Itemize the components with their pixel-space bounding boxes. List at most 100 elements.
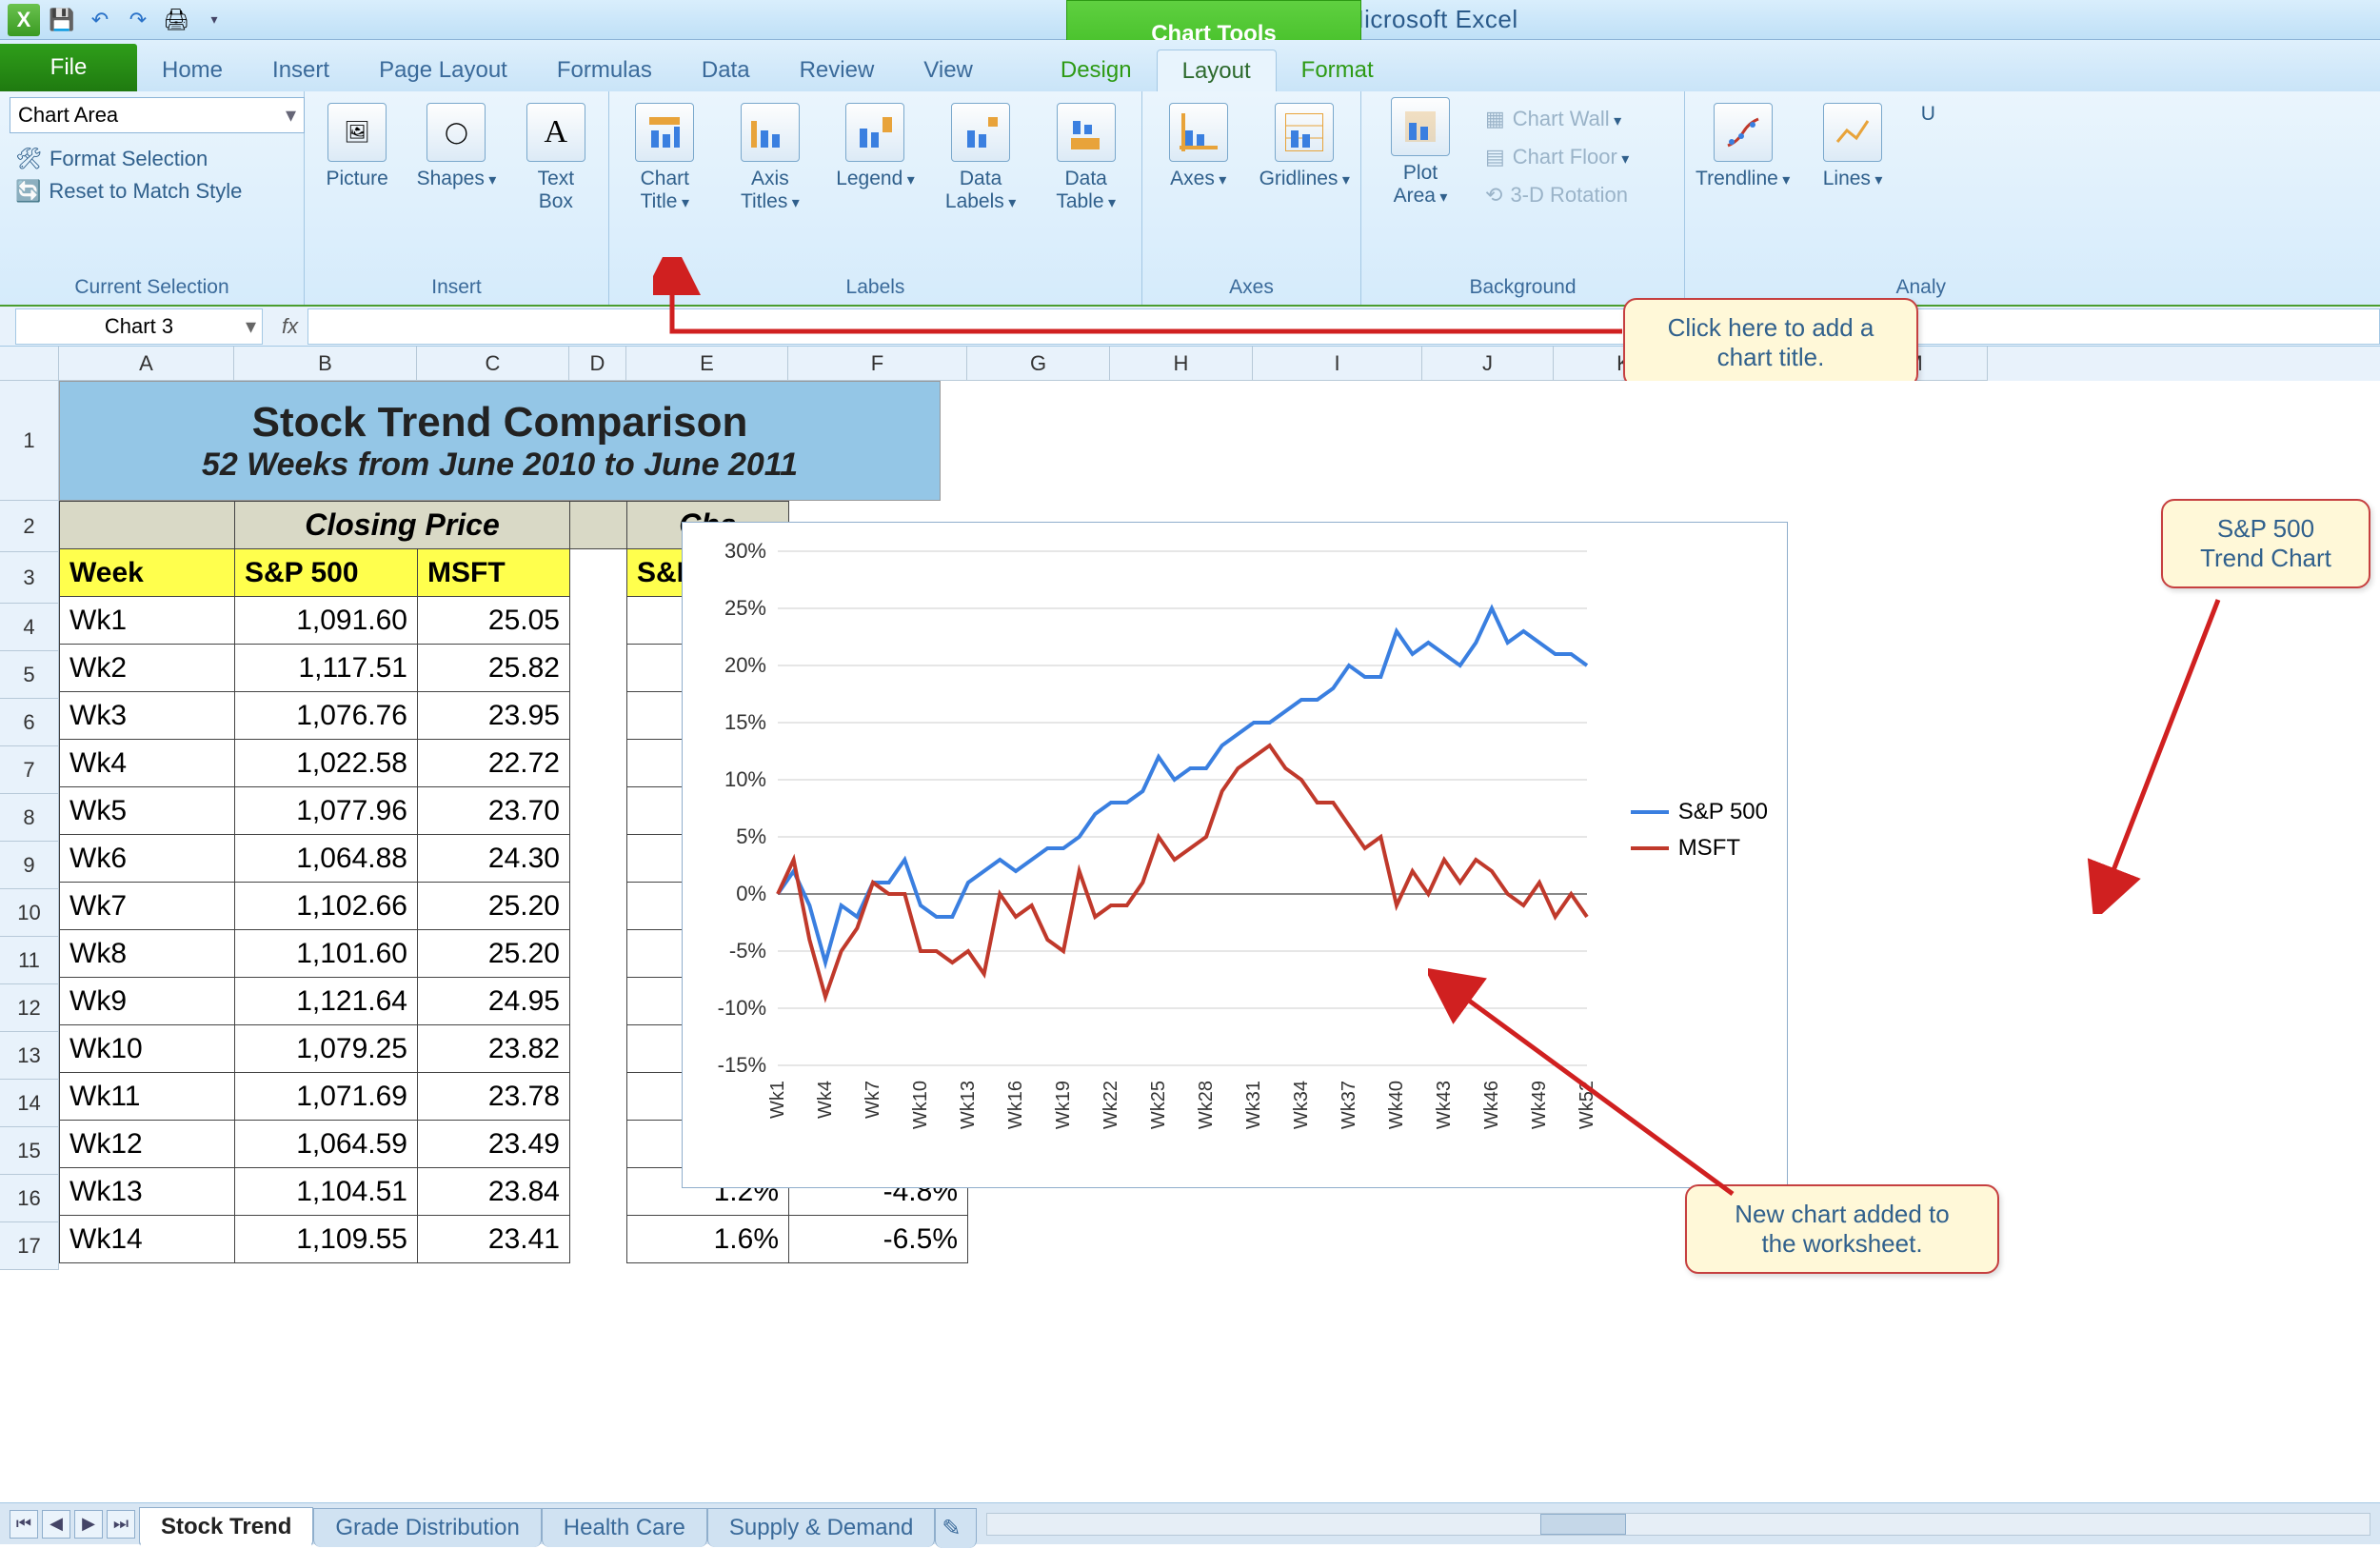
tab-nav-first[interactable]: ⏮ (10, 1510, 38, 1539)
tab-data[interactable]: Data (677, 50, 775, 91)
row-header[interactable]: 5 (0, 651, 59, 699)
embedded-chart-svg: -15%-10%-5%0%5%10%15%20%25%30%Wk1Wk4Wk7W… (683, 523, 1789, 1189)
tab-home[interactable]: Home (137, 50, 248, 91)
chart-wall-icon: ▦ (1485, 107, 1505, 131)
column-header[interactable]: F (788, 347, 967, 381)
svg-text:0%: 0% (736, 882, 766, 905)
callout-chart-title: Click here to add a chart title. (1623, 298, 1918, 387)
data-labels-button[interactable]: Data Labels (935, 103, 1027, 213)
row-header[interactable]: 3 (0, 552, 59, 604)
tab-view[interactable]: View (899, 50, 998, 91)
gridlines-button[interactable]: Gridlines (1259, 103, 1352, 190)
column-header[interactable]: H (1110, 347, 1253, 381)
svg-text:25%: 25% (724, 596, 766, 620)
plot-area-button[interactable]: Plot Area (1371, 97, 1470, 211)
row-header[interactable]: 2 (0, 501, 59, 552)
reset-style-button[interactable]: 🔄Reset to Match Style (10, 175, 294, 208)
tab-format[interactable]: Format (1277, 50, 1398, 91)
row-header[interactable]: 4 (0, 604, 59, 651)
lines-icon (1823, 103, 1882, 162)
excel-app-icon[interactable]: X (8, 4, 40, 36)
name-box[interactable]: Chart 3▾ (15, 308, 263, 345)
tab-layout[interactable]: Layout (1157, 50, 1277, 91)
redo-icon[interactable]: ↷ (122, 4, 154, 36)
tab-insert[interactable]: Insert (248, 50, 354, 91)
chart-title-button[interactable]: Chart Title (619, 103, 711, 213)
row-header[interactable]: 8 (0, 794, 59, 842)
row-header[interactable]: 7 (0, 746, 59, 794)
select-all-corner[interactable] (0, 347, 59, 381)
tab-nav-prev[interactable]: ◀ (42, 1510, 70, 1539)
svg-text:Wk46: Wk46 (1481, 1081, 1502, 1129)
chart-floor-label: Chart Floor (1513, 145, 1630, 169)
ribbon-group-analysis: Trendline Lines U Analy (1685, 91, 1952, 305)
text-box-button[interactable]: AText Box (513, 103, 599, 213)
scrollbar-thumb[interactable] (1540, 1514, 1626, 1535)
big-chart-xtick: Wk4 (1286, 1239, 1313, 1284)
fx-icon[interactable]: fx (282, 314, 298, 339)
sheet-tab-health-care[interactable]: Health Care (542, 1508, 707, 1547)
lines-button[interactable]: Lines (1804, 103, 1900, 190)
horizontal-scrollbar[interactable] (986, 1513, 2370, 1536)
picture-button[interactable]: 🖼Picture (314, 103, 400, 190)
row-header[interactable]: 9 (0, 842, 59, 889)
chart-element-selector[interactable]: Chart Area▾ (10, 97, 305, 133)
legend-button[interactable]: Legend (829, 103, 922, 190)
tab-file[interactable]: File (0, 44, 137, 91)
tab-formulas[interactable]: Formulas (532, 50, 677, 91)
data-table-button[interactable]: Data Table (1040, 103, 1132, 213)
row-header[interactable]: 14 (0, 1080, 59, 1127)
trendline-button[interactable]: Trendline (1695, 103, 1791, 190)
legend-item-msft: MSFT (1631, 835, 1768, 862)
tab-nav-last[interactable]: ⏭ (107, 1510, 135, 1539)
data-table-label: Data Table (1056, 168, 1116, 213)
column-header[interactable]: E (626, 347, 788, 381)
row-header[interactable]: 11 (0, 937, 59, 984)
tab-design[interactable]: Design (1036, 50, 1157, 91)
sheet-tab-new[interactable]: ✎ (935, 1508, 977, 1548)
embedded-chart[interactable]: -15%-10%-5%0%5%10%15%20%25%30%Wk1Wk4Wk7W… (682, 522, 1788, 1188)
row-header[interactable]: 6 (0, 699, 59, 746)
column-header[interactable]: A (59, 347, 234, 381)
row-header[interactable]: 10 (0, 889, 59, 937)
axis-titles-button[interactable]: Axis Titles (724, 103, 817, 213)
table-row[interactable]: Wk141,109.5523.411.6%-6.5% (60, 1216, 968, 1263)
save-icon[interactable]: 💾 (46, 4, 78, 36)
format-selection-button[interactable]: 🛠Format Selection (10, 143, 294, 175)
shapes-button[interactable]: ◯Shapes (413, 103, 499, 190)
row-header[interactable]: 16 (0, 1175, 59, 1222)
arrow-to-trend-chart (2075, 590, 2285, 914)
worksheet-grid[interactable]: 1234567891011121314151617 00 Wk1Wk4Wk7Wk… (0, 381, 2380, 1499)
tab-page-layout[interactable]: Page Layout (354, 50, 532, 91)
sheet-tab-supply-demand[interactable]: Supply & Demand (707, 1508, 935, 1547)
tab-nav-next[interactable]: ▶ (74, 1510, 103, 1539)
svg-text:15%: 15% (724, 710, 766, 734)
legend-msft-label: MSFT (1678, 835, 1740, 862)
column-header[interactable]: J (1422, 347, 1554, 381)
ribbon-group-label: Axes (1142, 276, 1360, 299)
tab-review[interactable]: Review (775, 50, 900, 91)
row-header[interactable]: 12 (0, 984, 59, 1032)
undo-icon[interactable]: ↶ (84, 4, 116, 36)
row-header[interactable]: 15 (0, 1127, 59, 1175)
column-header[interactable]: D (569, 347, 626, 381)
sheet-tab-stock-trend[interactable]: Stock Trend (139, 1507, 313, 1549)
big-chart-xtick: Wk7 (1372, 1239, 1398, 1284)
ribbon-group-label: Background (1361, 276, 1684, 299)
sheet-tab-grade-distribution[interactable]: Grade Distribution (313, 1508, 541, 1547)
column-header[interactable]: B (234, 347, 417, 381)
row-header[interactable]: 1 (0, 381, 59, 501)
column-header[interactable]: I (1253, 347, 1422, 381)
ribbon: Chart Area▾ 🛠Format Selection 🔄Reset to … (0, 91, 2380, 307)
svg-text:-10%: -10% (718, 996, 766, 1020)
updown-bars-button[interactable]: U (1914, 103, 1942, 126)
print-preview-icon[interactable]: 🖨 (160, 4, 192, 36)
legend-item-sp500: S&P 500 (1631, 799, 1768, 825)
column-header[interactable]: C (417, 347, 569, 381)
row-header[interactable]: 13 (0, 1032, 59, 1080)
column-header[interactable]: G (967, 347, 1110, 381)
row-header[interactable]: 17 (0, 1222, 59, 1270)
axes-button[interactable]: Axes (1152, 103, 1245, 190)
formula-input[interactable] (307, 308, 2380, 345)
qat-customize-icon[interactable]: ▾ (198, 4, 230, 36)
